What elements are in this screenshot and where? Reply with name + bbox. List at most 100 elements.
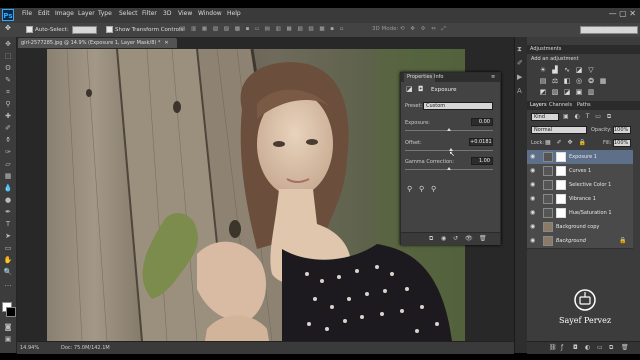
layer-row[interactable]: ◉ Vibrance 1 — [527, 192, 633, 207]
visibility-eye-icon[interactable]: ◉ — [530, 209, 537, 216]
move-tool-icon[interactable]: ✥ — [5, 24, 11, 32]
menu-select[interactable]: Select — [119, 10, 138, 17]
menu-type[interactable]: Type — [98, 10, 112, 17]
hue-saturation-icon[interactable]: ▤ — [539, 77, 547, 85]
hand-tool-icon[interactable]: ✋ — [3, 256, 13, 265]
blur-tool-icon[interactable]: 💧 — [3, 184, 13, 193]
tab-layers[interactable]: Layers — [530, 102, 547, 108]
delete-icon[interactable]: 🗑 — [479, 235, 487, 242]
white-eyedropper-icon[interactable]: ⚲ — [431, 185, 436, 193]
zoom-tool-icon[interactable]: 🔍 — [3, 268, 13, 277]
add-mask-icon[interactable]: ◘ — [573, 344, 578, 351]
new-adjustment-icon[interactable]: ◐ — [585, 344, 590, 351]
history-icon[interactable]: ⧗ — [517, 45, 522, 54]
history-brush-tool-icon[interactable]: ✑ — [3, 148, 13, 157]
channel-mixer-icon[interactable]: ❂ — [587, 77, 595, 85]
window-controls[interactable]: — ▢ ✕ — [609, 9, 636, 18]
move-tool-icon[interactable]: ✥ — [3, 40, 13, 49]
menu-image[interactable]: Image — [55, 10, 74, 17]
crop-tool-icon[interactable]: ⌗ — [3, 88, 13, 97]
photo-filter-icon[interactable]: ◎ — [575, 77, 583, 85]
healing-brush-tool-icon[interactable]: ✚ — [3, 112, 13, 121]
document-tab[interactable]: girl-2577285.jpg @ 14.9% (Exposure 1, La… — [18, 38, 177, 48]
threshold-icon[interactable]: ◪ — [563, 88, 571, 96]
menu-filter[interactable]: Filter — [142, 10, 157, 17]
black-white-icon[interactable]: ◧ — [563, 77, 571, 85]
path-select-tool-icon[interactable]: ➤ — [3, 232, 13, 241]
brush-tool-icon[interactable]: ✐ — [3, 124, 13, 133]
marquee-tool-icon[interactable]: ⬚ — [3, 52, 13, 61]
visibility-eye-icon[interactable]: ◉ — [530, 153, 537, 160]
layer-row[interactable]: ◉ Background 🔒 — [527, 234, 633, 249]
tab-properties[interactable]: Properties — [404, 73, 436, 82]
curves-icon[interactable]: ∿ — [563, 66, 571, 74]
align-buttons[interactable]: ▤ ▥ ▦ ▧ ▨ ▩ ▪ ▫ ▤ ▥ ▦ ▧ ▨ ▩ ▪ ▫ — [180, 26, 346, 32]
layer-row[interactable]: ◉ Exposure 1 — [527, 150, 633, 165]
exposure-slider-knob[interactable] — [447, 128, 451, 131]
brightness-icon[interactable]: ☀ — [539, 66, 547, 74]
tab-info[interactable]: Info — [434, 74, 443, 80]
clip-to-layer-icon[interactable]: ⧉ — [429, 235, 433, 243]
layer-row[interactable]: ◉ Background copy — [527, 220, 633, 235]
layer-row[interactable]: ◉ Selective Color 1 — [527, 178, 633, 193]
dodge-tool-icon[interactable]: ● — [3, 196, 13, 205]
offset-field[interactable]: +0.0181 — [469, 138, 493, 146]
tab-paths[interactable]: Paths — [577, 102, 591, 108]
auto-select-checkbox[interactable]: Auto-Select: — [26, 26, 69, 33]
tab-channels[interactable]: Channels — [549, 102, 572, 108]
new-group-icon[interactable]: ▭ — [597, 344, 603, 351]
3d-mode-icons[interactable]: ⟲ ✥ ✣ ⇔ ⤢ — [400, 26, 448, 33]
layer-row[interactable]: ◉ Hue/Saturation 1 — [527, 206, 633, 221]
invert-icon[interactable]: ◩ — [539, 88, 547, 96]
gamma-field[interactable]: 1.00 — [471, 157, 493, 165]
fill-field[interactable]: 100% — [613, 139, 631, 147]
quick-mask-icon[interactable]: ◙ — [3, 323, 13, 332]
visibility-eye-icon[interactable]: ◉ — [530, 237, 537, 244]
link-layers-icon[interactable]: ⛓ — [549, 344, 557, 351]
character-icon[interactable]: A — [517, 87, 522, 95]
exposure-icon[interactable]: ◪ — [575, 66, 583, 74]
gray-eyedropper-icon[interactable]: ⚲ — [419, 185, 424, 193]
visibility-icon[interactable]: 👁 — [465, 235, 473, 242]
lasso-tool-icon[interactable]: ʘ — [3, 64, 13, 73]
screen-mode-icon[interactable]: ▣ — [3, 335, 13, 344]
mask-thumb[interactable] — [556, 166, 566, 176]
reset-icon[interactable]: ↺ — [453, 235, 458, 242]
mask-thumb[interactable] — [556, 152, 566, 162]
visibility-eye-icon[interactable]: ◉ — [530, 181, 537, 188]
background-color-swatch[interactable] — [6, 307, 16, 317]
trash-icon[interactable]: 🗑 — [621, 344, 629, 351]
brush-presets-icon[interactable]: ✐ — [517, 59, 523, 67]
menu-help[interactable]: Help — [227, 10, 241, 17]
menu-view[interactable]: View — [178, 10, 192, 17]
eyedropper-tool-icon[interactable]: ⚲ — [3, 100, 13, 109]
color-lookup-icon[interactable]: ▦ — [599, 77, 607, 85]
menu-file[interactable]: File — [22, 10, 32, 17]
view-previous-icon[interactable]: ◉ — [441, 235, 446, 242]
levels-icon[interactable]: ▟ — [551, 66, 559, 74]
black-eyedropper-icon[interactable]: ⚲ — [407, 185, 412, 193]
menu-window[interactable]: Window — [198, 10, 222, 17]
panel-menu-icon[interactable]: ≡ — [491, 74, 495, 80]
type-tool-icon[interactable]: T — [3, 220, 13, 229]
auto-select-dropdown[interactable]: Group — [72, 26, 97, 34]
mask-thumb[interactable] — [556, 180, 566, 190]
menu-layer[interactable]: Layer — [78, 10, 95, 17]
mask-thumb[interactable] — [556, 194, 566, 204]
menu-edit[interactable]: Edit — [38, 10, 50, 17]
visibility-eye-icon[interactable]: ◉ — [530, 167, 537, 174]
posterize-icon[interactable]: ▨ — [551, 88, 559, 96]
vibrance-icon[interactable]: ▽ — [587, 66, 595, 74]
close-tab-icon[interactable]: ✕ — [164, 40, 168, 46]
mask-thumb[interactable] — [556, 208, 566, 218]
exposure-field[interactable]: 0.00 — [471, 118, 493, 126]
mask-icon[interactable]: ◘ — [418, 85, 424, 93]
gradient-map-icon[interactable]: ▥ — [587, 88, 595, 96]
gamma-slider-knob[interactable] — [447, 167, 451, 170]
preset-dropdown[interactable]: Custom — [423, 102, 493, 110]
clone-stamp-tool-icon[interactable]: ⚱ — [3, 136, 13, 145]
transform-controls-checkbox[interactable]: Show Transform Controls — [106, 26, 183, 33]
workspace-dropdown[interactable]: Photography — [580, 26, 638, 34]
shape-tool-icon[interactable]: ▭ — [3, 244, 13, 253]
more-tools-icon[interactable]: … — [3, 280, 13, 289]
